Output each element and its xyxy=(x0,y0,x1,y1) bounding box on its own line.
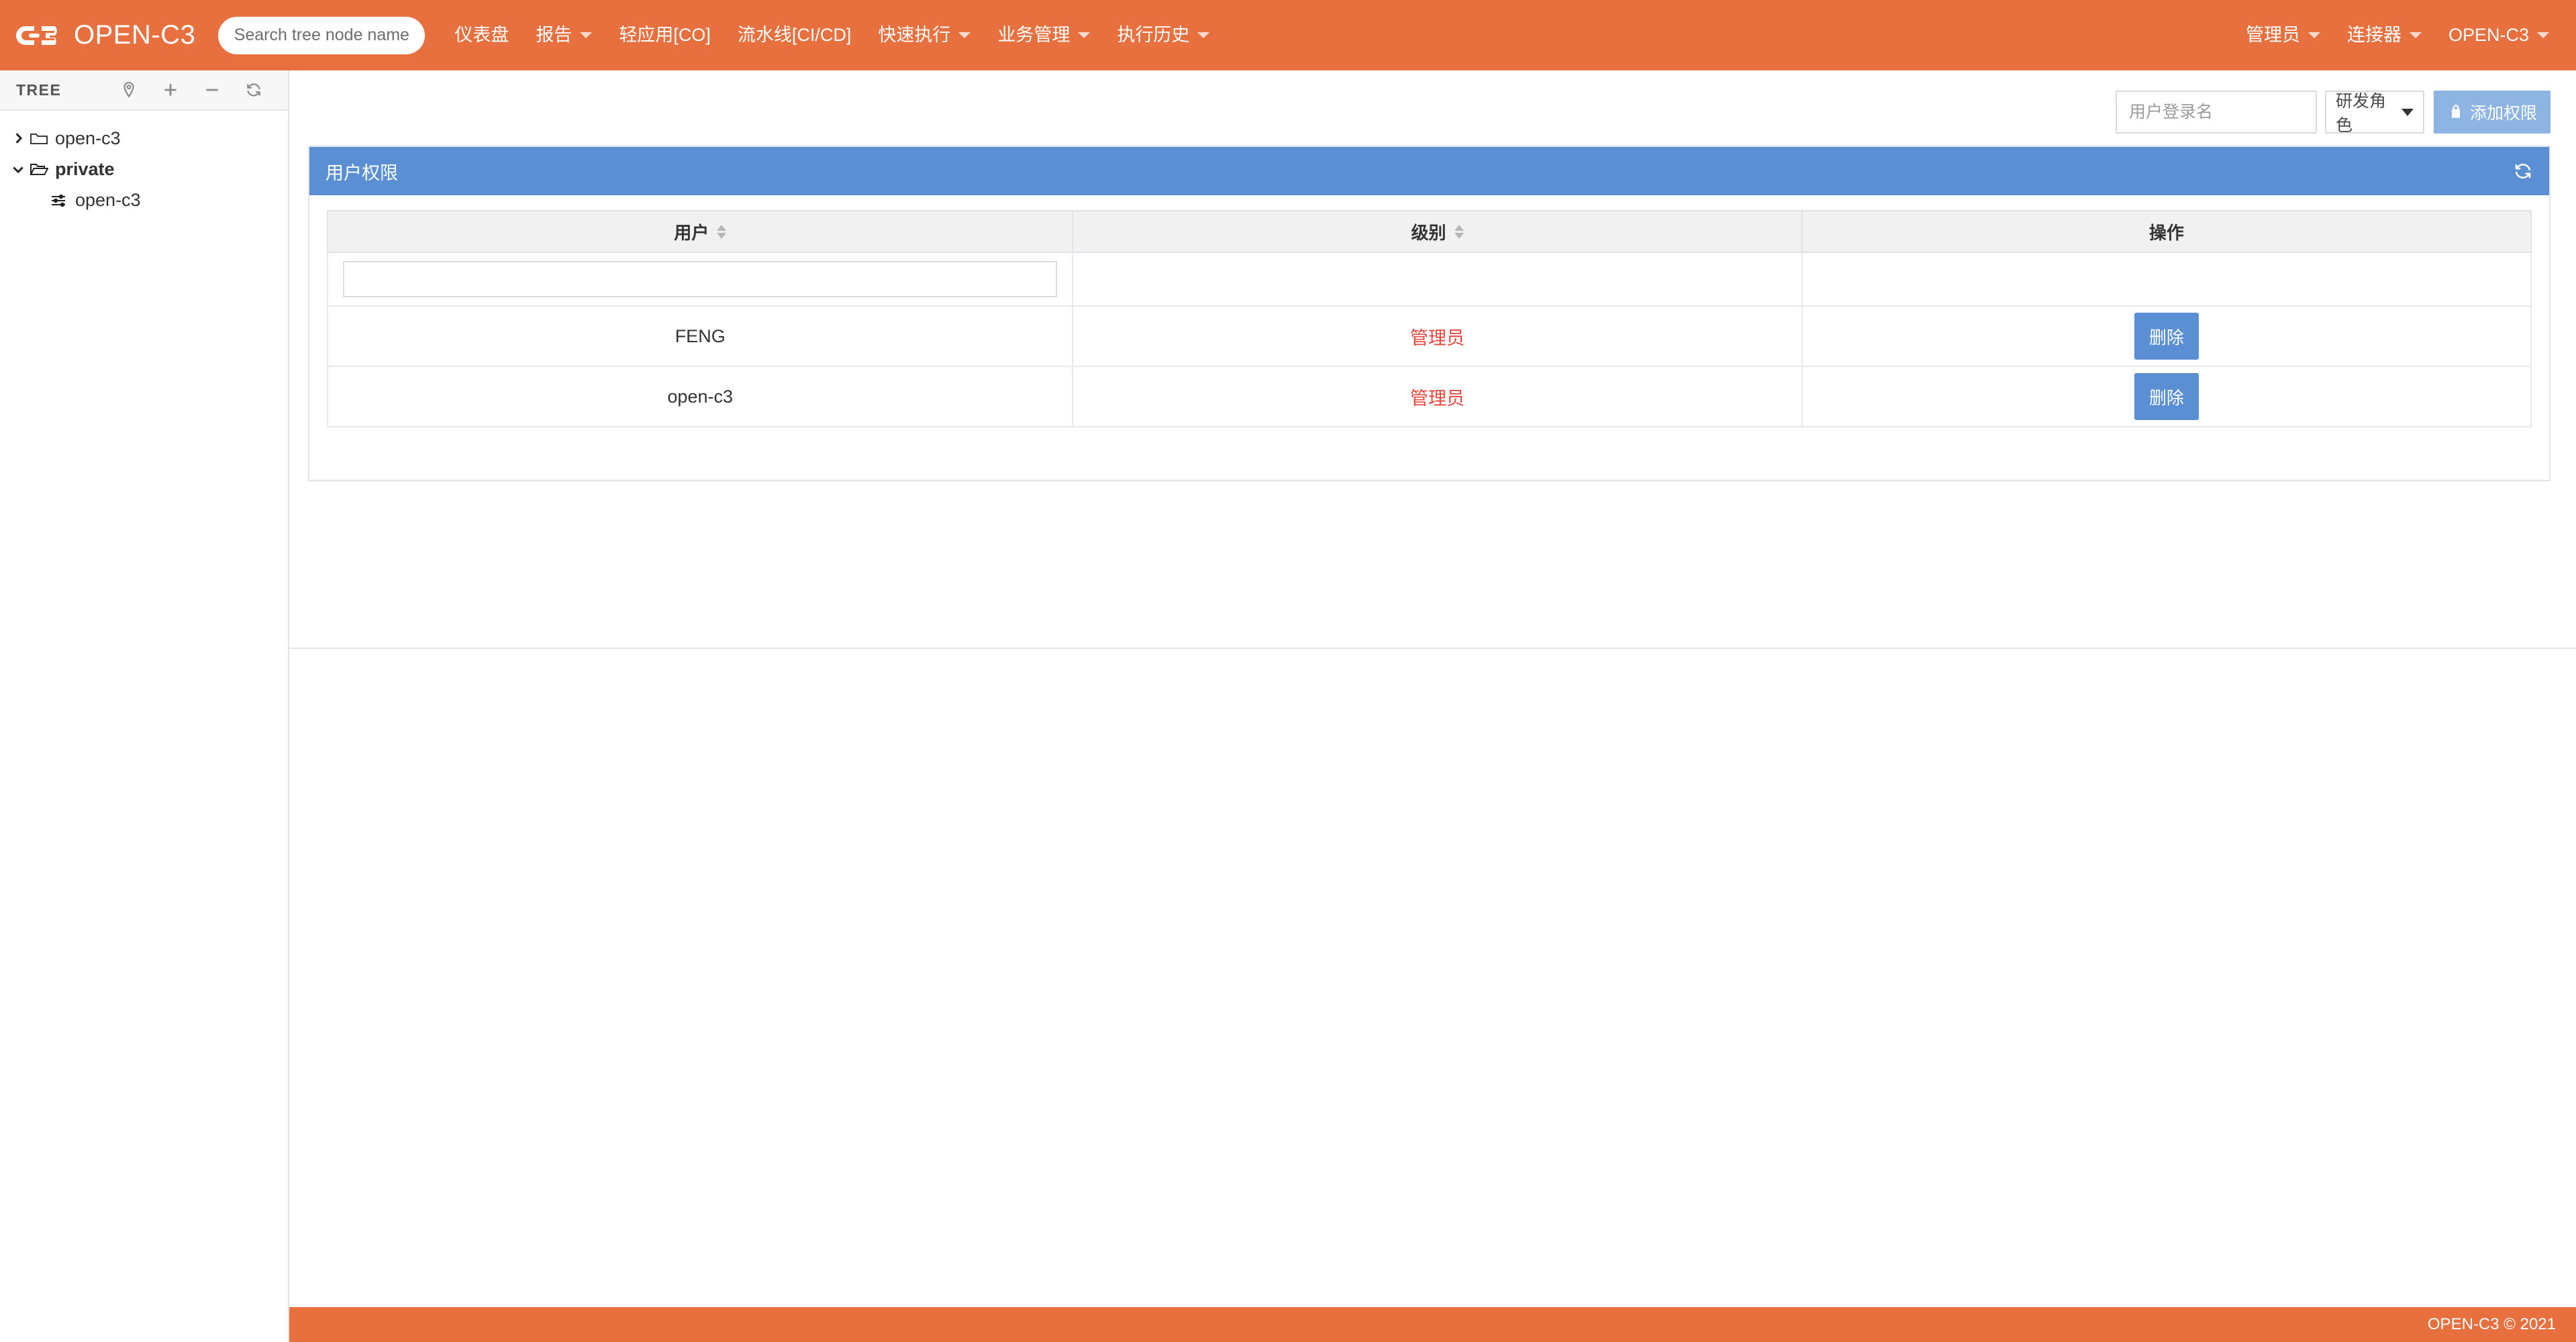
delete-button[interactable]: 删除 xyxy=(2134,313,2199,360)
nav-item-lightapp-co[interactable]: 轻应用[CO] xyxy=(605,0,724,70)
nav-item-label: 轻应用[CO] xyxy=(619,25,711,45)
chevron-down-icon xyxy=(2401,108,2414,116)
sidebar-tree-panel: TREE open-c3 private open-c3 xyxy=(0,70,289,1342)
add-permission-label: 添加权限 xyxy=(2469,104,2537,123)
filter-cell-level xyxy=(1072,252,1803,307)
nav-item-dashboard[interactable]: 仪表盘 xyxy=(441,0,522,70)
content-divider xyxy=(289,648,2576,649)
folder-closed-icon xyxy=(30,130,54,146)
main-content: 研发角色 添加权限 用户权限 xyxy=(289,70,2576,1307)
nav-item-label: 管理员 xyxy=(2245,25,2300,45)
column-label: 用户 xyxy=(674,222,709,243)
level-badge: 管理员 xyxy=(1410,327,1465,348)
column-label: 级别 xyxy=(1411,222,1446,243)
cell-level: 管理员 xyxy=(1072,305,1803,367)
user-lock-icon xyxy=(2452,105,2460,118)
nav-item-label: OPEN-C3 xyxy=(2448,25,2529,45)
nav-item-label: 连接器 xyxy=(2346,25,2401,45)
filter-cell-action xyxy=(1801,252,2532,307)
chevron-down-icon xyxy=(2308,32,2320,38)
tree-node-open-c3[interactable]: open-c3 xyxy=(0,123,288,154)
brand-title: OPEN-C3 xyxy=(74,20,196,50)
user-permission-panel: 用户权限 用户 级别 操作 FENG 管理员 删除 open-c3 管理员 删除 xyxy=(308,146,2550,481)
footer-copyright: OPEN-C3 © 2021 xyxy=(2427,1315,2556,1333)
chevron-down-icon xyxy=(958,32,971,38)
nav-item-label: 快速执行 xyxy=(878,25,951,45)
chevron-down-icon[interactable] xyxy=(7,162,30,176)
role-select-value: 研发角色 xyxy=(2335,92,2386,135)
nav-right-menu: 管理员 连接器 OPEN-C3 xyxy=(2232,0,2576,70)
page-footer: OPEN-C3 © 2021 xyxy=(289,1307,2576,1342)
chevron-down-icon xyxy=(580,32,593,38)
sort-icon[interactable] xyxy=(717,224,727,239)
nav-item-label: 流水线[CI/CD] xyxy=(737,25,852,45)
column-label: 操作 xyxy=(2148,222,2184,243)
filter-cell-user xyxy=(326,252,1074,307)
table-row: open-c3 管理员 删除 xyxy=(326,366,2532,427)
tree-node-label: private xyxy=(55,158,115,179)
table-header-row: 用户 级别 操作 xyxy=(326,210,2532,253)
delete-button[interactable]: 删除 xyxy=(2134,373,2199,420)
permission-table: 用户 级别 操作 FENG 管理员 删除 open-c3 管理员 删除 xyxy=(326,210,2532,427)
cell-user: open-c3 xyxy=(326,366,1074,427)
panel-title: 用户权限 xyxy=(326,162,398,183)
sort-icon[interactable] xyxy=(1454,224,1464,239)
location-pin-icon[interactable] xyxy=(120,81,138,99)
cell-action: 删除 xyxy=(1801,366,2532,427)
panel-body: 用户 级别 操作 FENG 管理员 删除 open-c3 管理员 删除 xyxy=(309,195,2549,480)
chevron-right-icon[interactable] xyxy=(7,132,30,145)
chevron-down-icon xyxy=(1197,32,1210,38)
table-filter-row xyxy=(326,252,2532,307)
refresh-icon[interactable] xyxy=(245,81,262,99)
tree-node-label: open-c3 xyxy=(75,189,141,210)
nav-item-exec-history[interactable]: 执行历史 xyxy=(1103,0,1223,70)
tree-toolbar xyxy=(120,81,272,99)
nav-item-business-mgmt[interactable]: 业务管理 xyxy=(984,0,1103,70)
column-header-user[interactable]: 用户 xyxy=(326,210,1074,253)
c3-logo-icon xyxy=(16,25,57,45)
tree-node-private-open-c3[interactable]: open-c3 xyxy=(0,185,288,215)
search-input[interactable] xyxy=(218,16,426,54)
folder-open-icon xyxy=(30,161,54,177)
nav-item-label: 仪表盘 xyxy=(454,25,509,45)
table-row: FENG 管理员 删除 xyxy=(326,305,2532,367)
nav-item-label: 报告 xyxy=(536,25,573,45)
nav-item-pipeline-cicd[interactable]: 流水线[CI/CD] xyxy=(724,0,865,70)
cell-user: FENG xyxy=(326,305,1074,367)
level-badge: 管理员 xyxy=(1410,388,1465,409)
user-login-input[interactable] xyxy=(2115,91,2317,134)
nav-menu: 仪表盘 报告 轻应用[CO] 流水线[CI/CD] 快速执行 业务管理 执行历史 xyxy=(441,0,1223,70)
top-navbar: OPEN-C3 仪表盘 报告 轻应用[CO] 流水线[CI/CD] 快速执行 业… xyxy=(0,0,2576,70)
brand-logo-link[interactable]: OPEN-C3 xyxy=(16,0,195,70)
user-filter-input[interactable] xyxy=(343,261,1058,297)
tree-node-label: open-c3 xyxy=(55,127,121,148)
plus-icon[interactable] xyxy=(162,81,179,99)
minus-icon[interactable] xyxy=(203,81,221,99)
role-select[interactable]: 研发角色 xyxy=(2324,91,2424,135)
nav-item-reports[interactable]: 报告 xyxy=(522,0,605,70)
add-permission-button[interactable]: 添加权限 xyxy=(2433,91,2550,134)
tree-node-private[interactable]: private xyxy=(0,154,288,185)
tree-title: TREE xyxy=(16,81,62,99)
chevron-down-icon xyxy=(1078,32,1091,38)
refresh-icon[interactable] xyxy=(2513,161,2533,181)
tree-body: open-c3 private open-c3 xyxy=(0,111,288,215)
nav-item-connector[interactable]: 连接器 xyxy=(2334,0,2435,70)
sliders-icon xyxy=(50,192,74,208)
nav-item-label: 业务管理 xyxy=(997,25,1071,45)
column-header-level[interactable]: 级别 xyxy=(1072,210,1803,253)
tree-header: TREE xyxy=(0,70,288,111)
permission-toolbar: 研发角色 添加权限 xyxy=(289,70,2576,135)
panel-header: 用户权限 xyxy=(309,147,2549,195)
cell-action: 删除 xyxy=(1801,305,2532,367)
chevron-down-icon xyxy=(2537,32,2549,38)
nav-item-quick-exec[interactable]: 快速执行 xyxy=(864,0,984,70)
chevron-down-icon xyxy=(2409,32,2422,38)
cell-level: 管理员 xyxy=(1072,366,1803,427)
nav-item-admin[interactable]: 管理员 xyxy=(2232,0,2334,70)
column-header-action: 操作 xyxy=(1801,210,2532,253)
nav-item-label: 执行历史 xyxy=(1117,25,1190,45)
nav-item-account[interactable]: OPEN-C3 xyxy=(2435,0,2563,70)
